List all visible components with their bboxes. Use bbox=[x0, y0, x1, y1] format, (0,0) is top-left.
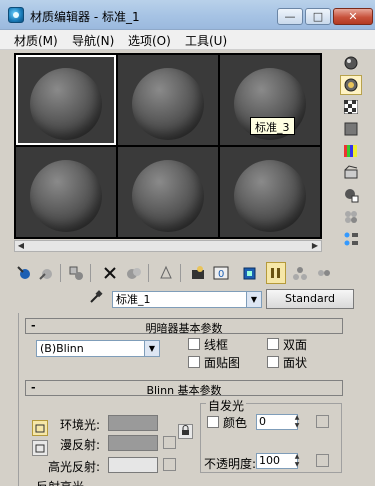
pick-material-eyedropper-icon[interactable] bbox=[86, 289, 106, 309]
opacity-map-button[interactable] bbox=[316, 454, 329, 467]
sample-type-sphere-icon[interactable] bbox=[340, 53, 362, 73]
scroll-right-arrow-icon[interactable]: ▶ bbox=[309, 240, 321, 252]
select-by-material-icon[interactable] bbox=[340, 207, 362, 227]
get-material-icon[interactable] bbox=[14, 262, 34, 284]
make-material-copy-icon[interactable] bbox=[124, 262, 144, 284]
assign-to-selection-icon[interactable] bbox=[66, 262, 86, 284]
toolbar-divider bbox=[180, 264, 181, 282]
specular-map-button[interactable] bbox=[163, 458, 176, 471]
self-illum-color-checkbox[interactable] bbox=[207, 416, 219, 428]
go-to-parent-icon[interactable] bbox=[290, 262, 310, 284]
two-sided-checkbox[interactable] bbox=[267, 338, 279, 350]
opacity-label: 不透明度: bbox=[204, 457, 257, 471]
chevron-down-icon[interactable]: ▼ bbox=[246, 292, 261, 307]
shader-type-value: (B)Blinn bbox=[40, 342, 84, 355]
diffuse-color-swatch[interactable] bbox=[108, 435, 158, 451]
diffuse-label: 漫反射: bbox=[59, 438, 100, 452]
window-title: 材质编辑器 - 标准_1 bbox=[30, 10, 140, 24]
lock-icon[interactable] bbox=[178, 424, 193, 439]
face-map-label: 面贴图 bbox=[204, 356, 241, 370]
sample-sphere bbox=[30, 159, 102, 232]
sample-uv-tiling-icon[interactable] bbox=[340, 119, 362, 139]
ambient-label: 环境光: bbox=[59, 418, 100, 432]
diffuse-map-button[interactable] bbox=[163, 436, 176, 449]
material-name-value: 标准_1 bbox=[116, 293, 151, 306]
backlight-icon[interactable] bbox=[340, 75, 362, 95]
sample-slot-2[interactable] bbox=[118, 55, 218, 145]
sample-slot-4[interactable] bbox=[16, 147, 116, 237]
menu-navigation[interactable]: 导航(N) bbox=[72, 32, 114, 49]
specular-label: 高光反射: bbox=[47, 460, 100, 474]
sample-sphere bbox=[234, 159, 306, 232]
sample-sphere bbox=[30, 67, 102, 140]
menu-bar: 材质(M) 导航(N) 选项(O) 工具(U) bbox=[0, 30, 375, 50]
ambient-color-swatch[interactable] bbox=[108, 415, 158, 431]
sample-slot-1[interactable] bbox=[16, 55, 116, 145]
show-end-result-icon[interactable] bbox=[266, 262, 286, 284]
faceted-checkbox[interactable] bbox=[267, 356, 279, 368]
self-illum-map-button[interactable] bbox=[316, 415, 329, 428]
maximize-button[interactable]: □ bbox=[305, 8, 331, 25]
specular-highlights-group-title: 反射高光 bbox=[36, 478, 84, 486]
menu-tools[interactable]: 工具(U) bbox=[185, 32, 227, 49]
go-forward-to-sibling-icon[interactable] bbox=[314, 262, 334, 284]
material-toolbar: 0 bbox=[14, 262, 364, 284]
material-effects-channel-icon[interactable]: 0 bbox=[212, 262, 232, 284]
spinner-arrows-icon[interactable]: ▲ ▼ bbox=[292, 414, 302, 430]
sample-sphere bbox=[132, 67, 204, 140]
self-illum-color-label: 颜色 bbox=[223, 416, 248, 430]
material-type-button[interactable]: Standard bbox=[266, 289, 354, 309]
material-map-navigator-icon[interactable] bbox=[340, 229, 362, 249]
self-illumination-title: 自发光 bbox=[206, 397, 247, 414]
face-map-checkbox[interactable] bbox=[188, 356, 200, 368]
faceted-label: 面状 bbox=[283, 356, 308, 370]
slot-tooltip: 标准_3 bbox=[250, 117, 295, 135]
options-icon[interactable] bbox=[340, 185, 362, 205]
blinn-basic-params-rollout[interactable]: - Blinn 基本参数 bbox=[25, 380, 343, 397]
rollout-title: 明暗器基本参数 bbox=[145, 322, 223, 335]
menu-material[interactable]: 材质(M) bbox=[14, 32, 58, 49]
specular-color-swatch[interactable] bbox=[108, 457, 158, 473]
shader-type-select[interactable]: (B)Blinn ▼ bbox=[36, 340, 160, 357]
show-map-in-viewport-icon[interactable] bbox=[240, 262, 260, 284]
put-material-to-scene-icon[interactable] bbox=[36, 262, 56, 284]
make-preview-icon[interactable] bbox=[340, 163, 362, 183]
reset-material-x-icon[interactable] bbox=[100, 262, 120, 284]
sample-side-toolbar bbox=[340, 53, 364, 253]
spinner-arrows-icon[interactable]: ▲ ▼ bbox=[292, 453, 302, 469]
sample-sphere bbox=[132, 159, 204, 232]
svg-text:0: 0 bbox=[218, 269, 224, 280]
toolbar-divider bbox=[90, 264, 91, 282]
scroll-left-arrow-icon[interactable]: ◀ bbox=[15, 240, 27, 252]
close-button[interactable]: ✕ bbox=[333, 8, 373, 25]
sample-slot-grid bbox=[14, 53, 322, 239]
wire-label: 线框 bbox=[204, 338, 229, 352]
video-color-check-icon[interactable] bbox=[340, 141, 362, 161]
two-sided-label: 双面 bbox=[283, 338, 308, 352]
checker-background-icon[interactable] bbox=[340, 97, 362, 117]
wire-checkbox[interactable] bbox=[188, 338, 200, 350]
material-editor-app-icon bbox=[8, 7, 24, 23]
title-bar: 材质编辑器 - 标准_1 — □ ✕ bbox=[0, 0, 375, 30]
menu-options[interactable]: 选项(O) bbox=[128, 32, 171, 49]
minimize-button[interactable]: — bbox=[277, 8, 303, 25]
toolbar-divider bbox=[60, 264, 61, 282]
make-unique-icon[interactable] bbox=[156, 262, 176, 284]
rollout-title: Blinn 基本参数 bbox=[146, 384, 222, 397]
chevron-down-icon[interactable]: ▼ bbox=[144, 341, 159, 356]
shader-basic-params-rollout[interactable]: - 明暗器基本参数 bbox=[25, 318, 343, 335]
toolbar-divider bbox=[148, 264, 149, 282]
sample-slot-5[interactable] bbox=[118, 147, 218, 237]
sample-horizontal-scrollbar[interactable]: ◀ ▶ bbox=[14, 240, 322, 252]
put-to-library-icon[interactable] bbox=[188, 262, 208, 284]
material-name-field[interactable]: 标准_1 ▼ bbox=[112, 291, 262, 308]
sample-slot-6[interactable] bbox=[220, 147, 320, 237]
